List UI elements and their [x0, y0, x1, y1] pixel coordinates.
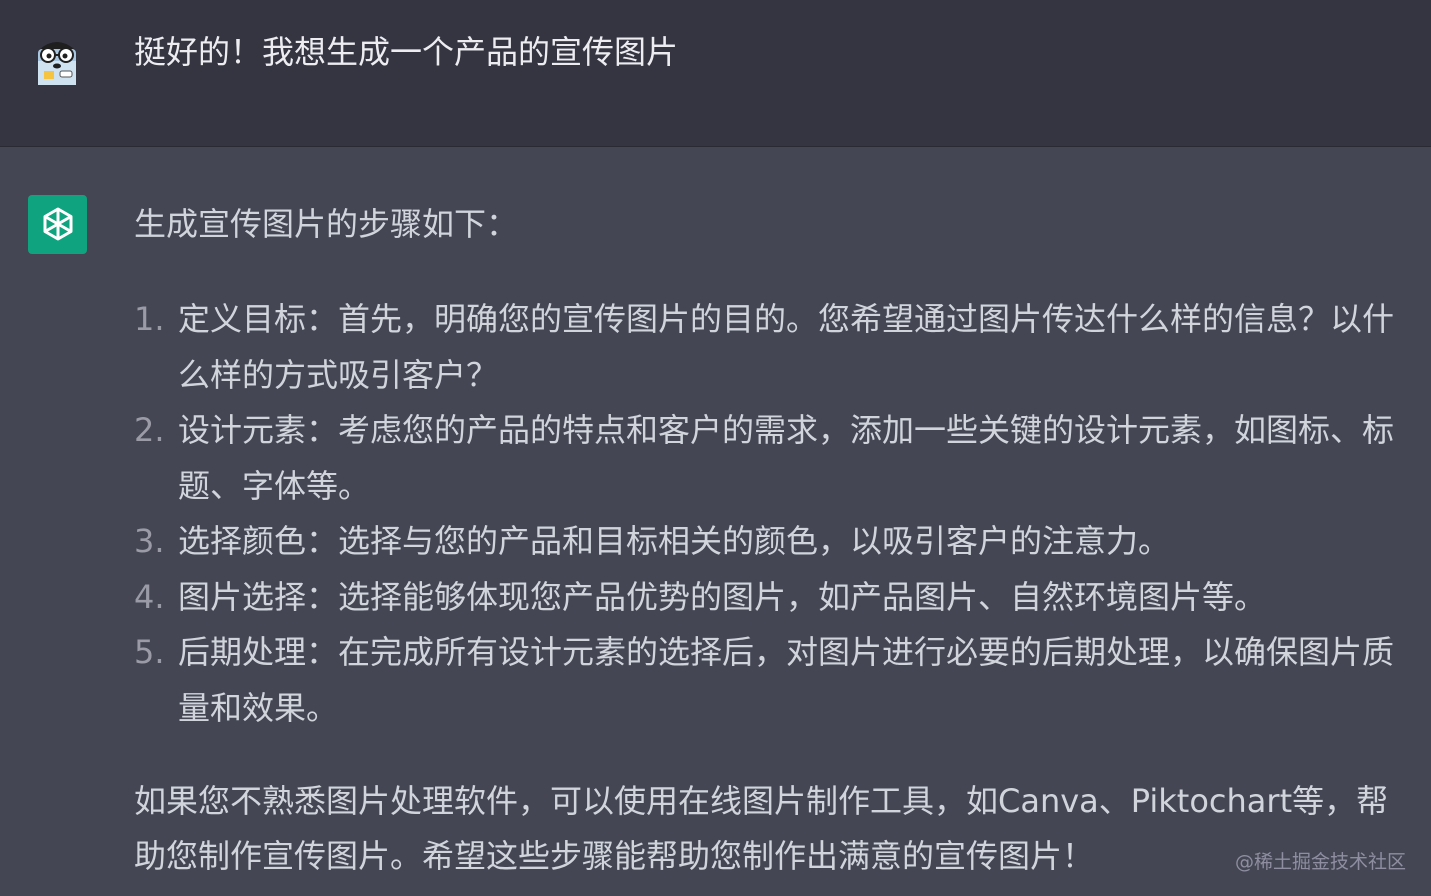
step-text: 定义目标：首先，明确您的宣传图片的目的。您希望通过图片传达什么样的信息？以什么样…: [178, 300, 1395, 394]
step-text: 选择颜色：选择与您的产品和目标相关的颜色，以吸引客户的注意力。: [178, 522, 1171, 560]
step-text: 图片选择：选择能够体现您产品优势的图片，如产品图片、自然环境图片等。: [178, 577, 1267, 616]
steps-list: 1. 定义目标：首先，明确您的宣传图片的目的。您希望通过图片传达什么样的信息？以…: [134, 292, 1419, 736]
user-avatar-icon: [30, 33, 84, 87]
list-item: 5. 后期处理：在完成所有设计元素的选择后，对图片进行必要的后期处理，以确保图片…: [134, 625, 1419, 736]
step-number: 3.: [134, 522, 165, 560]
step-text: 后期处理：在完成所有设计元素的选择后，对图片进行必要的后期处理，以确保图片质量和…: [178, 633, 1395, 727]
assistant-intro-text: 生成宣传图片的步骤如下：: [134, 205, 519, 243]
chat-page: 挺好的！我想生成一个产品的宣传图片 生成宣传图片的步骤如下： 1. 定义目标：首…: [0, 0, 1431, 896]
list-item: 1. 定义目标：首先，明确您的宣传图片的目的。您希望通过图片传达什么样的信息？以…: [134, 292, 1419, 403]
step-number: 4.: [134, 577, 165, 616]
step-text: 设计元素：考虑您的产品的特点和客户的需求，添加一些关键的设计元素，如图标、标题、…: [178, 411, 1395, 505]
list-item: 4. 图片选择：选择能够体现您产品优势的图片，如产品图片、自然环境图片等。: [134, 570, 1419, 626]
step-number: 2.: [134, 411, 165, 449]
user-message-row: 挺好的！我想生成一个产品的宣传图片: [0, 0, 1431, 147]
watermark-text: @稀土掘金技术社区: [1234, 851, 1406, 873]
step-number: 1.: [134, 300, 165, 338]
step-number: 5.: [134, 633, 165, 671]
user-message-text: 挺好的！我想生成一个产品的宣传图片: [134, 33, 679, 71]
openai-logo-icon: [28, 195, 87, 254]
assistant-message-row: 生成宣传图片的步骤如下： 1. 定义目标：首先，明确您的宣传图片的目的。您希望通…: [0, 147, 1431, 896]
list-item: 2. 设计元素：考虑您的产品的特点和客户的需求，添加一些关键的设计元素，如图标、…: [134, 403, 1419, 514]
list-item: 3. 选择颜色：选择与您的产品和目标相关的颜色，以吸引客户的注意力。: [134, 514, 1419, 570]
assistant-outro-text: 如果您不熟悉图片处理软件，可以使用在线图片制作工具，如Canva、Piktoch…: [134, 782, 1389, 875]
